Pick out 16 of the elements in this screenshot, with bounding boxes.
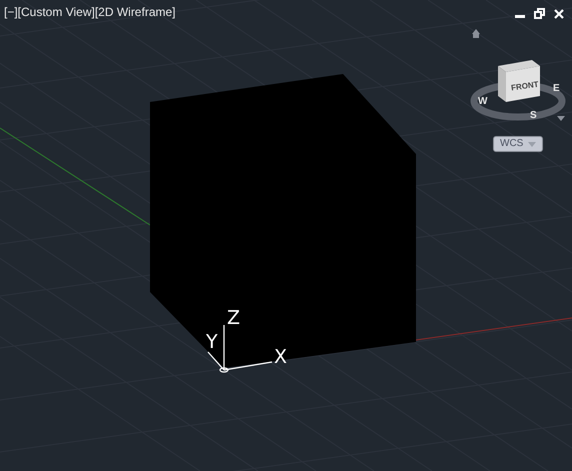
viewport-label[interactable]: [−][Custom View][2D Wireframe]	[4, 5, 176, 19]
ucs-axes-icon	[208, 325, 272, 373]
dropdown-arrow-icon[interactable]	[557, 116, 565, 121]
restore-icon[interactable]	[534, 8, 545, 19]
home-icon[interactable]	[472, 29, 480, 38]
compass-direction-label[interactable]: S	[530, 110, 537, 121]
caret-icon	[528, 142, 536, 146]
x-axis-label: X	[274, 348, 288, 367]
compass-direction-label[interactable]: W	[478, 96, 488, 107]
close-icon[interactable]	[554, 8, 564, 18]
view-cube-icon[interactable]	[498, 60, 540, 102]
z-axis-label: Z	[227, 309, 240, 328]
view-cube-face-label: FRONT	[510, 80, 540, 92]
ucs-dropdown[interactable]: WCS	[493, 136, 544, 152]
compass-direction-label[interactable]: E	[553, 83, 560, 94]
y-axis-label: Y	[206, 333, 218, 352]
